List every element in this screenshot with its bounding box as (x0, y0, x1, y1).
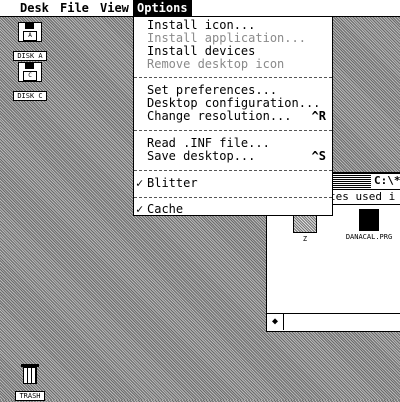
check-mark-icon: ✓ (136, 176, 144, 190)
menu-item-remove-desktop-icon: Remove desktop icon (147, 57, 285, 71)
shortcut-label: ^S (311, 149, 326, 163)
menu-item-blitter[interactable]: ✓ Blitter (134, 177, 332, 190)
desktop-icon-trash[interactable]: TRASH (12, 362, 48, 402)
scroll-left-arrow-icon[interactable]: ◆ (267, 314, 284, 330)
desktop-icon-label: DISK C (13, 91, 47, 101)
program-icon (359, 209, 379, 231)
menu-item-save-desktop[interactable]: Save desktop... ^S (134, 150, 332, 163)
menu-view[interactable]: View (96, 0, 133, 16)
window-title: C:\* (371, 174, 400, 188)
menu-options[interactable]: Options (133, 0, 192, 16)
menu-item-change-resolution[interactable]: Change resolution... ^R (134, 110, 332, 123)
menu-file[interactable]: File (56, 0, 93, 16)
floppy-disk-icon: A (18, 22, 42, 42)
floppy-disk-icon: C (18, 62, 42, 82)
options-menu-dropdown: Install icon... Install application... I… (133, 16, 333, 216)
file-name: DANACAL.PRG (345, 233, 393, 241)
menu-separator (134, 170, 332, 171)
menu-separator (134, 77, 332, 78)
folder-icon (293, 215, 317, 233)
desktop-icon-label: DISK A (13, 51, 47, 61)
menu-item-cache[interactable]: ✓ Cache (134, 203, 332, 216)
shortcut-label: ^R (311, 109, 326, 123)
file-name: Z (302, 235, 308, 243)
file-item-danacal[interactable]: DANACAL.PRG (341, 209, 397, 241)
menu-separator (134, 130, 332, 131)
desktop-icon-disk-a[interactable]: A DISK A (10, 22, 50, 62)
menu-separator (134, 197, 332, 198)
desktop-icon-disk-c[interactable]: C DISK C (10, 62, 50, 102)
trash-icon (21, 362, 39, 384)
file-item-z[interactable]: Z (289, 215, 321, 243)
horizontal-scrollbar[interactable]: ◆ (267, 313, 400, 330)
check-mark-icon: ✓ (136, 202, 144, 216)
menu-desk[interactable]: Desk (16, 0, 53, 16)
menu-bar: Desk File View Options (0, 0, 400, 17)
